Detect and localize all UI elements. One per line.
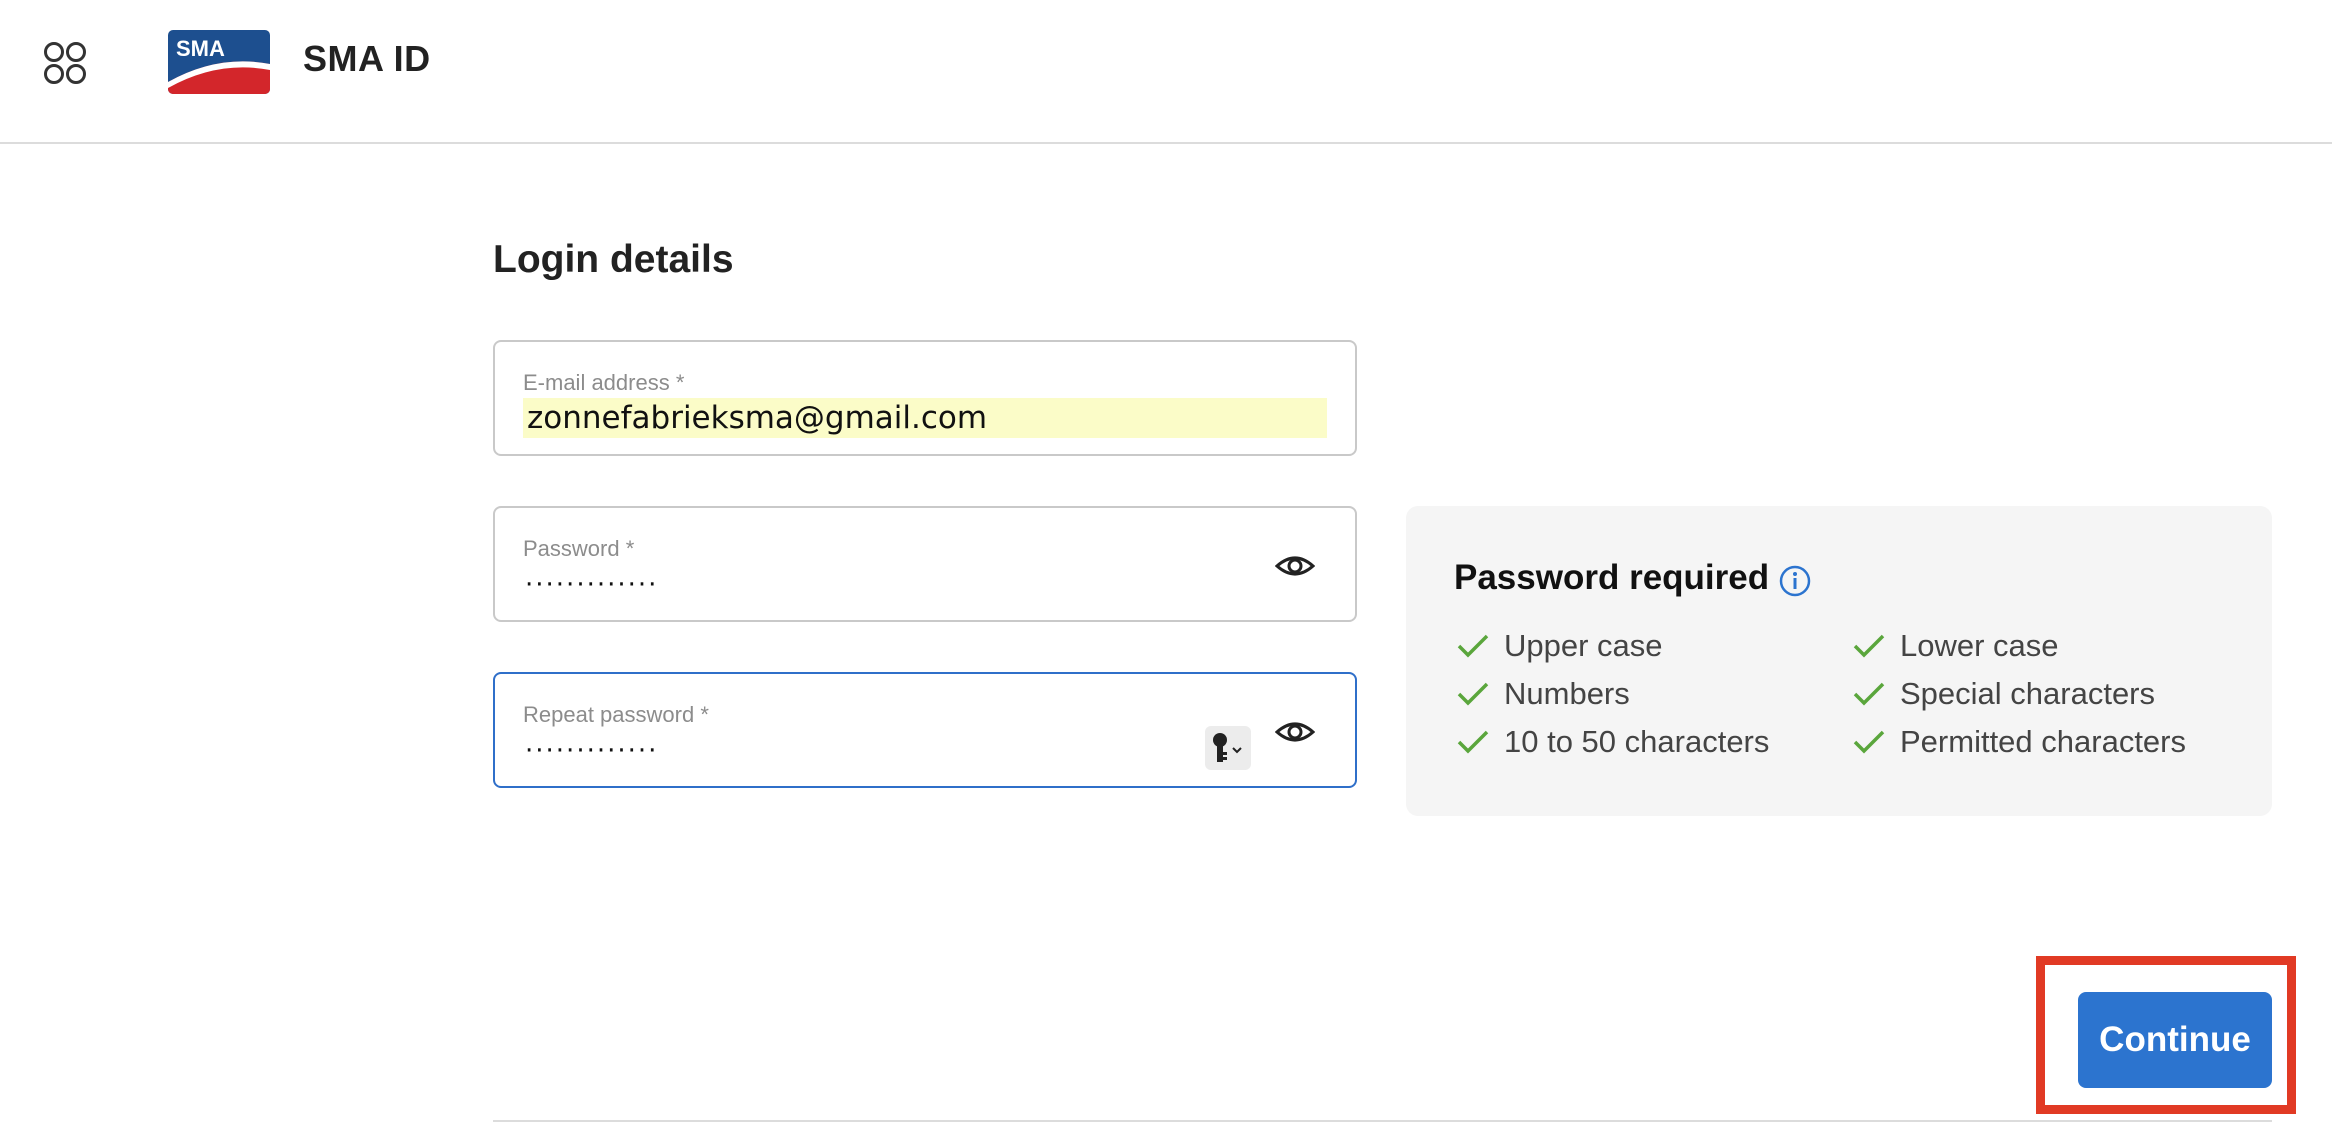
check-icon bbox=[1456, 728, 1490, 756]
top-bar: SMA SMA ID bbox=[0, 0, 2332, 144]
check-icon bbox=[1456, 680, 1490, 708]
requirement-upper-case: Upper case bbox=[1456, 628, 1663, 664]
eye-icon[interactable] bbox=[1274, 546, 1316, 586]
email-label: E-mail address * bbox=[523, 370, 685, 395]
requirement-special-characters: Special characters bbox=[1852, 676, 2155, 712]
key-icon[interactable] bbox=[1205, 726, 1251, 770]
check-icon bbox=[1852, 632, 1886, 660]
logo-text: SMA bbox=[176, 36, 225, 61]
info-icon[interactable] bbox=[1778, 564, 1812, 598]
password-label: Password * bbox=[523, 536, 635, 561]
requirement-permitted-characters: Permitted characters bbox=[1852, 724, 2186, 760]
page-title: Login details bbox=[493, 238, 734, 281]
password-input[interactable]: ············· bbox=[525, 570, 658, 600]
password-requirements-panel: Password required Upper case Lower case … bbox=[1406, 506, 2272, 816]
requirement-numbers: Numbers bbox=[1456, 676, 1630, 712]
footer-divider bbox=[493, 1120, 2272, 1122]
sma-logo[interactable]: SMA bbox=[168, 30, 270, 94]
repeat-password-field[interactable]: Repeat password * ············· bbox=[493, 672, 1357, 788]
password-required-title: Password required bbox=[1454, 558, 1770, 597]
requirement-length: 10 to 50 characters bbox=[1456, 724, 1769, 760]
check-icon bbox=[1852, 680, 1886, 708]
email-input[interactable] bbox=[523, 398, 1327, 438]
repeat-password-input[interactable]: ············· bbox=[525, 736, 658, 766]
continue-button[interactable]: Continue bbox=[2078, 992, 2272, 1088]
app-title: SMA ID bbox=[303, 38, 431, 79]
check-icon bbox=[1456, 632, 1490, 660]
email-field[interactable]: E-mail address * bbox=[493, 340, 1357, 456]
password-field[interactable]: Password * ············· bbox=[493, 506, 1357, 622]
apps-grid-icon[interactable] bbox=[36, 34, 92, 90]
repeat-password-label: Repeat password * bbox=[523, 702, 709, 727]
check-icon bbox=[1852, 728, 1886, 756]
eye-icon[interactable] bbox=[1274, 712, 1316, 752]
requirement-lower-case: Lower case bbox=[1852, 628, 2059, 664]
